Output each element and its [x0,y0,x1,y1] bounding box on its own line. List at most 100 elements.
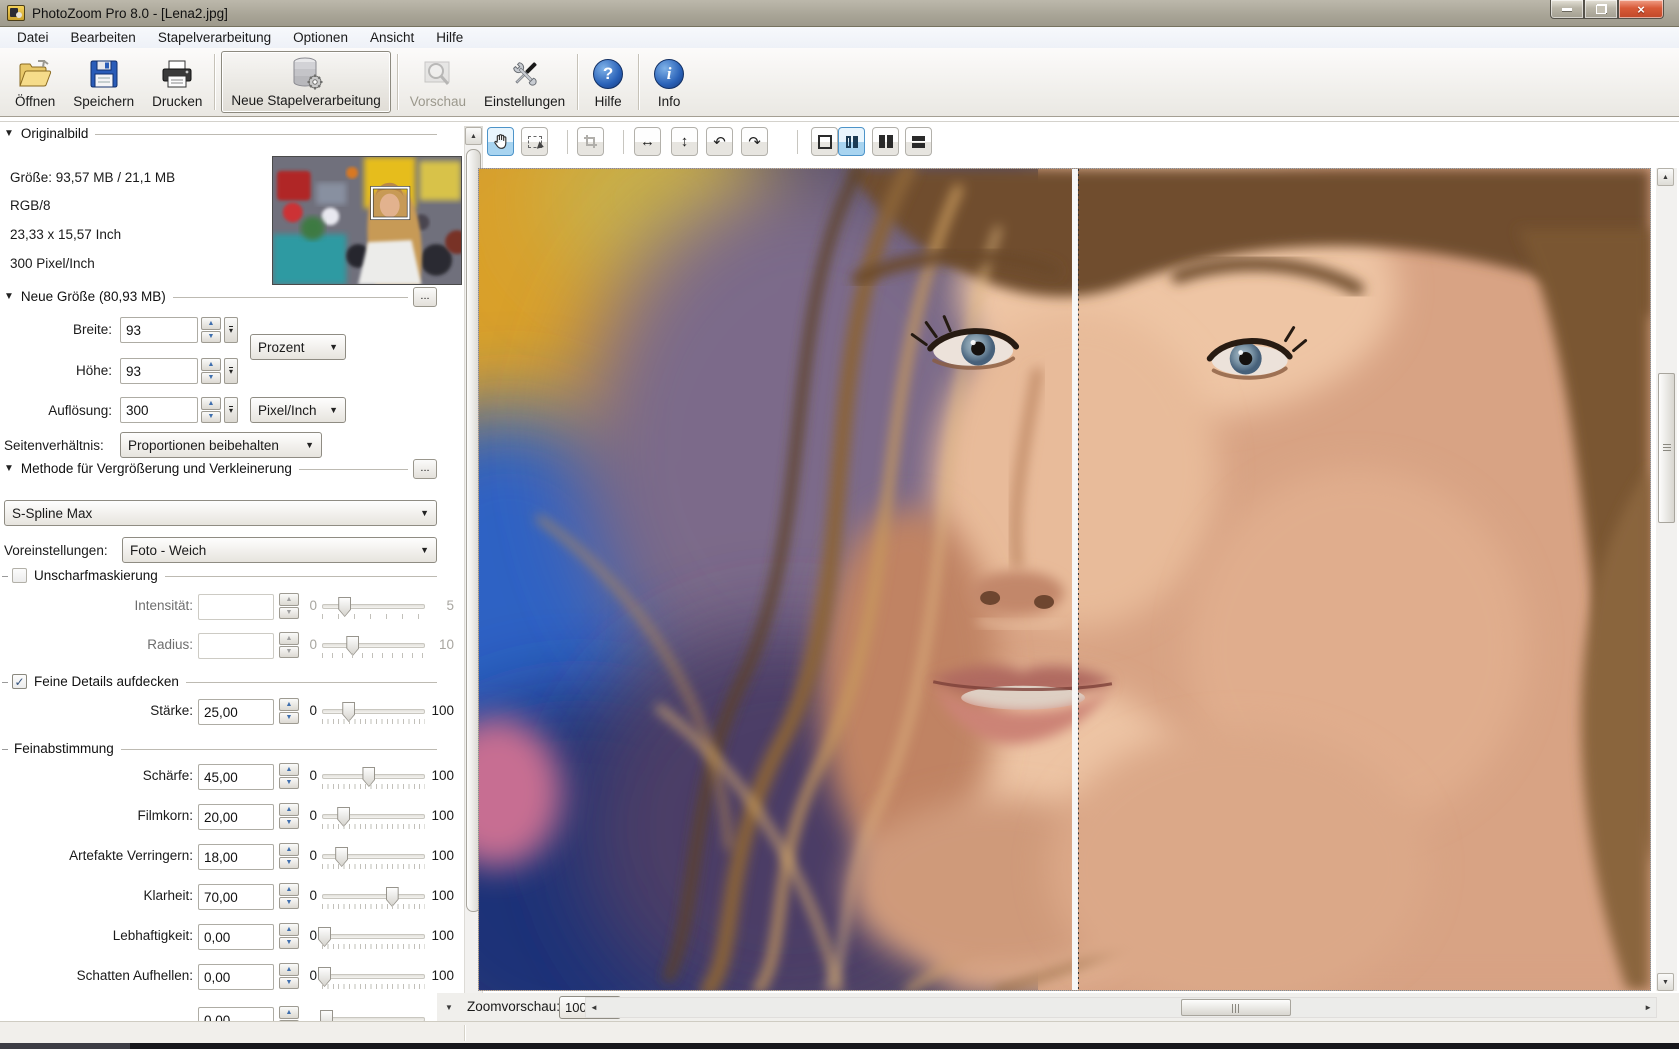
close-button[interactable]: × [1618,0,1664,19]
hoehe-spinner[interactable]: ▲ ▼ [201,358,221,384]
slider-spinner[interactable]: ▲ ▼ [279,883,299,909]
spin-down-icon[interactable]: ▼ [201,411,221,424]
spin-up-icon[interactable]: ▲ [279,803,299,816]
view-stacked-button[interactable] [905,127,932,156]
size-unit-combo[interactable]: Prozent ▼ [250,334,346,360]
hoehe-unit-link-button[interactable]: ▾ [224,358,238,384]
hoehe-field[interactable] [120,358,198,384]
resolution-unit-combo[interactable]: Pixel/Inch ▼ [250,397,346,423]
preview-hscrollbar[interactable]: ◄ ► [585,997,1657,1018]
spin-down-icon[interactable]: ▼ [279,777,299,790]
save-button[interactable]: Speichern [64,51,143,113]
panel-scroll-up-button[interactable]: ▲ [465,127,482,145]
title-bar[interactable]: PhotoZoom Pro 8.0 - [Lena2.jpg] × [0,0,1679,27]
slider-spinner[interactable]: ▲ ▼ [279,843,299,869]
spin-down-icon[interactable]: ▼ [279,857,299,870]
aufloesung-unit-link-button[interactable]: ▾ [224,397,238,423]
print-button[interactable]: Drucken [143,51,211,113]
menu-ansicht[interactable]: Ansicht [359,29,425,46]
spin-up-icon[interactable]: ▲ [279,883,299,896]
flip-horizontal-button[interactable]: ↔ [634,127,661,156]
open-button[interactable]: Öffnen [6,51,64,113]
spin-up-icon[interactable]: ▲ [279,963,299,976]
spin-down-icon[interactable]: ▼ [279,897,299,910]
minimize-button[interactable] [1550,0,1584,19]
view-single-button[interactable] [811,127,838,156]
slider-track[interactable] [322,774,425,779]
spin-up-icon[interactable]: ▲ [279,923,299,936]
slider-value-field[interactable] [198,844,274,870]
spin-down-icon[interactable]: ▼ [279,977,299,990]
spin-up-icon[interactable]: ▲ [279,698,299,711]
slider-spinner[interactable]: ▲ ▼ [279,1006,299,1021]
menu-optionen[interactable]: Optionen [282,29,359,46]
seitenverhaeltnis-combo[interactable]: Proportionen beibehalten ▼ [120,432,322,458]
slider-spinner[interactable]: ▲ ▼ [279,923,299,949]
restore-button[interactable] [1584,0,1618,19]
unscharfmaskierung-checkbox[interactable] [12,568,27,583]
aufloesung-field[interactable] [120,397,198,423]
spin-up-icon[interactable]: ▲ [279,1006,299,1019]
slider-value-field[interactable] [198,884,274,910]
slider-track[interactable] [322,709,425,714]
menu-stapelverarbeitung[interactable]: Stapelverarbeitung [147,29,282,46]
slider-track[interactable] [322,814,425,819]
scroll-right-icon[interactable]: ► [1644,1003,1652,1012]
method-combo[interactable]: S-Spline Max ▼ [4,500,437,526]
slider-track[interactable] [322,934,425,939]
slider-value-field[interactable] [198,699,274,725]
flip-vertical-button[interactable]: ↕ [671,127,698,156]
spin-down-icon[interactable]: ▼ [279,712,299,725]
breite-unit-link-button[interactable]: ▾ [224,317,238,343]
slider-thumb[interactable] [320,1010,333,1021]
navigator-thumbnail[interactable] [272,156,462,285]
spin-down-icon[interactable]: ▼ [279,937,299,950]
slider-spinner[interactable]: ▲ ▼ [279,763,299,789]
breite-field[interactable] [120,317,198,343]
slider-track[interactable] [322,974,425,979]
spin-up-icon[interactable]: ▲ [201,358,221,371]
slider-value-field[interactable] [198,1007,274,1021]
slider-value-field[interactable] [198,764,274,790]
settings-button[interactable]: Einstellungen [475,51,574,113]
view-split-button[interactable] [838,127,865,156]
slider-value-field[interactable] [198,964,274,990]
section-originalbild[interactable]: ▼ Originalbild [4,126,437,141]
slider-value-field[interactable] [198,924,274,950]
scroll-down-button[interactable]: ▼ [1657,973,1674,991]
slider-track[interactable] [322,854,425,859]
new-batch-button[interactable]: Neue Stapelverarbeitung [221,51,390,113]
spin-down-icon[interactable]: ▼ [201,372,221,385]
view-side-by-side-button[interactable] [872,127,899,156]
feine-details-checkbox[interactable]: ✓ [12,674,27,689]
menu-hilfe[interactable]: Hilfe [425,29,474,46]
hand-tool-button[interactable] [487,127,514,156]
slider-spinner[interactable]: ▲ ▼ [279,698,299,724]
rotate-cw-button[interactable]: ↷ [741,127,768,156]
spin-up-icon[interactable]: ▲ [279,763,299,776]
info-button[interactable]: i Info [642,51,696,113]
methode-more-button[interactable]: ... [413,459,437,479]
menu-bearbeiten[interactable]: Bearbeiten [60,29,147,46]
spin-up-icon[interactable]: ▲ [201,397,221,410]
vscrollbar-thumb[interactable] [1658,373,1675,523]
help-button[interactable]: ? Hilfe [581,51,635,113]
spin-down-icon[interactable]: ▼ [279,817,299,830]
spin-up-icon[interactable]: ▲ [201,317,221,330]
menu-datei[interactable]: Datei [6,29,60,46]
slider-spinner[interactable]: ▲ ▼ [279,963,299,989]
panel-scroll-down-icon[interactable]: ▼ [445,1003,453,1012]
preset-combo[interactable]: Foto - Weich ▼ [122,537,437,563]
spin-down-icon[interactable]: ▼ [201,331,221,344]
scroll-up-button[interactable]: ▲ [1657,168,1674,186]
slider-value-field[interactable] [198,804,274,830]
slider-track[interactable] [322,894,425,899]
scroll-left-icon[interactable]: ◄ [590,1003,598,1012]
section-methode[interactable]: ▼ Methode für Vergrößerung und Verkleine… [4,461,408,476]
spin-up-icon[interactable]: ▲ [279,843,299,856]
aufloesung-spinner[interactable]: ▲ ▼ [201,397,221,423]
hscrollbar-thumb[interactable] [1181,999,1291,1016]
section-neue-groesse[interactable]: ▼ Neue Größe (80,93 MB) [4,289,408,304]
preview-image[interactable] [478,168,1651,991]
neue-groesse-more-button[interactable]: ... [413,287,437,307]
